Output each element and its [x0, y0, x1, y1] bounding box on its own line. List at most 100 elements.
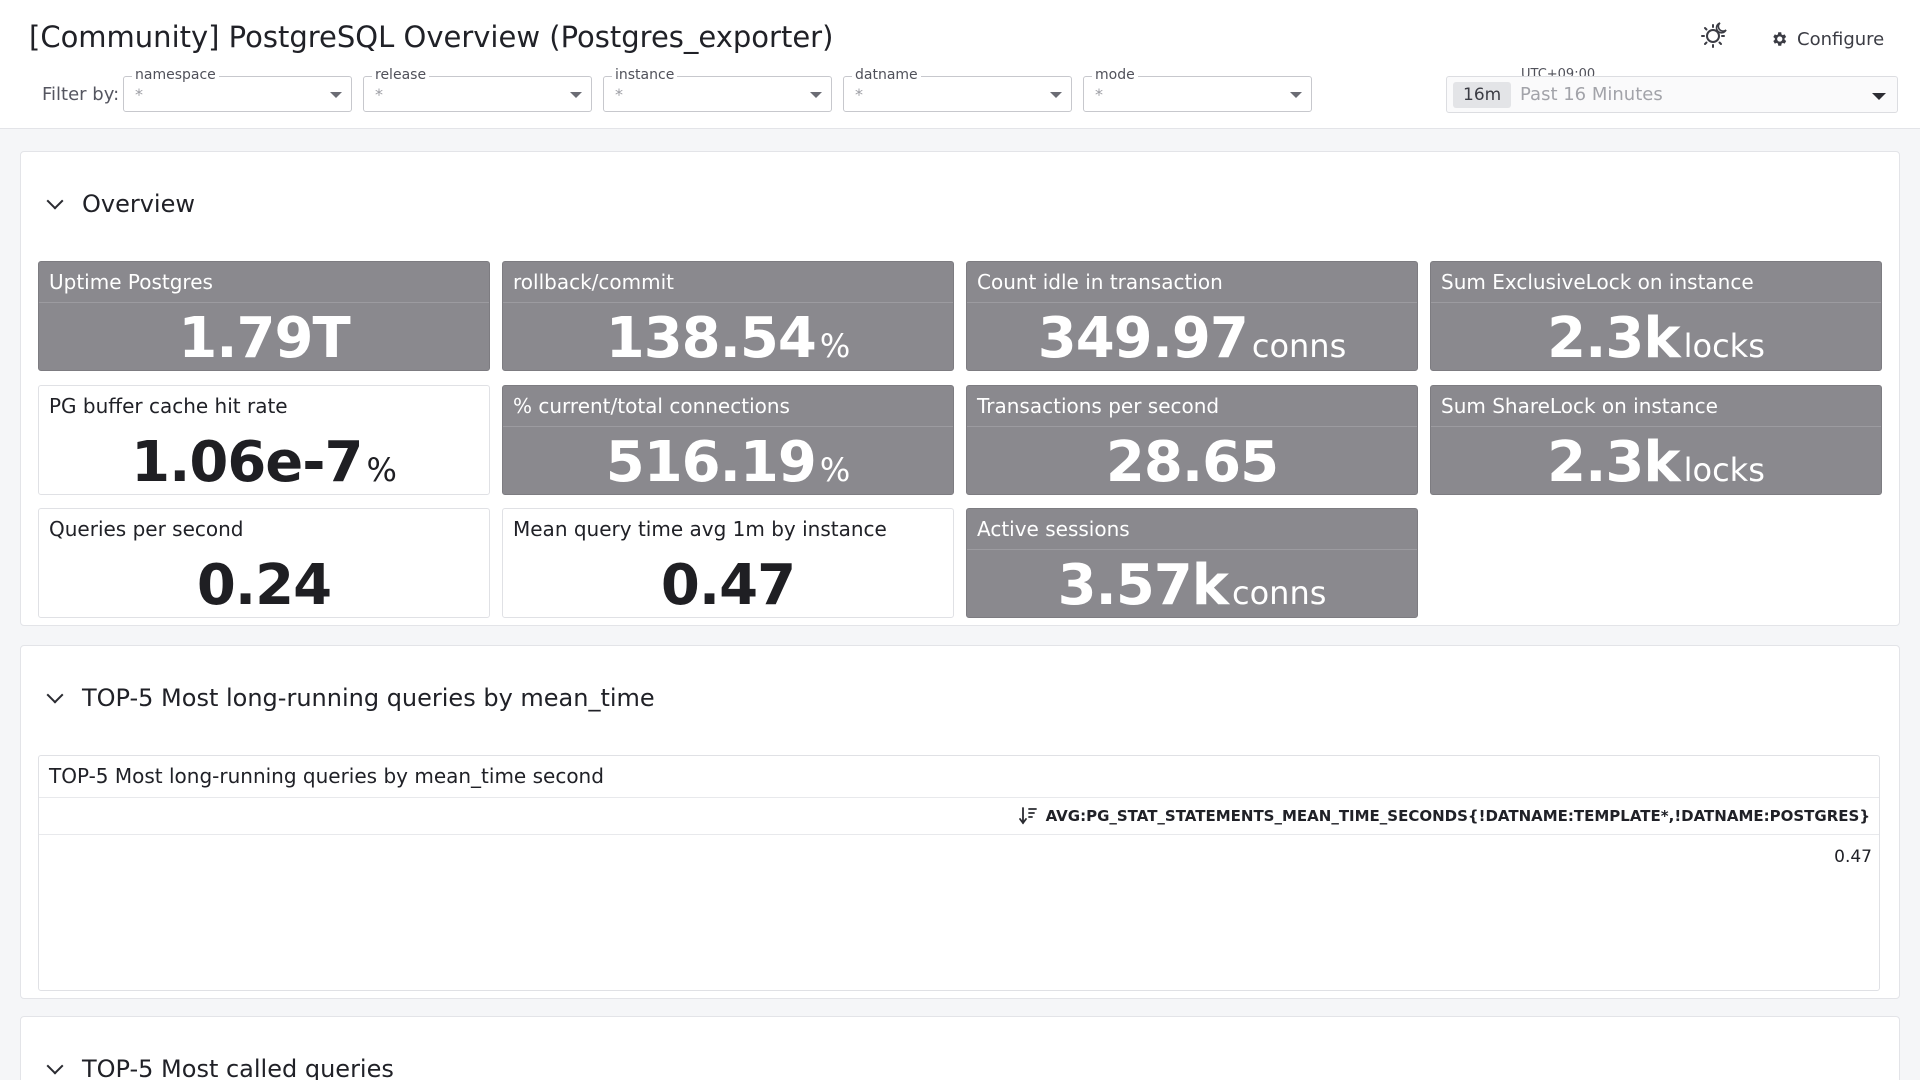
chevron-down-icon [330, 92, 342, 98]
metric-value: 1.79T [178, 306, 350, 371]
chevron-down-icon [1050, 92, 1062, 98]
filter-release-label: release [372, 66, 430, 84]
filter-release-value: * [375, 85, 383, 104]
metric-tile[interactable]: Sum ExclusiveLock on instance 2.3k locks [1430, 261, 1882, 371]
metric-tile[interactable]: Sum ShareLock on instance 2.3k locks [1430, 385, 1882, 495]
metric-tile-value-row: 2.3k locks [1431, 430, 1881, 495]
chevron-down-icon [46, 686, 64, 703]
metric-tile-title: Sum ExclusiveLock on instance [1431, 262, 1881, 303]
metric-value: 2.3k [1547, 306, 1680, 371]
metric-value: 0.47 [660, 553, 796, 618]
chevron-down-icon [810, 92, 822, 98]
filter-release[interactable]: release * [363, 66, 592, 112]
metric-value: 28.65 [1105, 430, 1279, 495]
metric-value: 349.97 [1037, 306, 1249, 371]
column-header-label: AVG:PG_STAT_STATEMENTS_MEAN_TIME_SECONDS… [1045, 807, 1870, 825]
configure-label: Configure [1797, 28, 1885, 50]
filter-instance-value: * [615, 85, 623, 104]
metric-tile-value-row: 0.47 [503, 553, 953, 618]
metric-tile[interactable]: Uptime Postgres 1.79T [38, 261, 490, 371]
metric-tile[interactable]: PG buffer cache hit rate 1.06e-7% [38, 385, 490, 495]
filter-by-label: Filter by: [42, 84, 120, 105]
chevron-down-icon [46, 192, 64, 209]
metric-tile-value-row: 28.65 [967, 430, 1417, 495]
top-called-group-title: TOP-5 Most called queries [82, 1055, 394, 1080]
metric-unit: % [819, 327, 851, 365]
top-called-group: TOP-5 Most called queries [20, 1016, 1900, 1080]
metric-unit: locks [1683, 451, 1765, 489]
sort-descending-icon [1018, 807, 1037, 825]
metric-value: 0.24 [196, 553, 332, 618]
metric-tile[interactable]: Transactions per second 28.65 [966, 385, 1418, 495]
table-header: AVG:PG_STAT_STATEMENTS_MEAN_TIME_SECONDS… [39, 797, 1879, 835]
metric-tile-title: Sum ShareLock on instance [1431, 386, 1881, 427]
metric-tile-value-row: 2.3k locks [1431, 306, 1881, 371]
metric-tile-value-row: 0.24 [39, 553, 489, 618]
configure-button[interactable]: Configure [1770, 22, 1884, 56]
top-mean-time-group-title: TOP-5 Most long-running queries by mean_… [82, 684, 655, 712]
metric-tile-value-row: 1.06e-7% [39, 430, 489, 495]
metric-tile-title: rollback/commit [503, 262, 953, 303]
dashboard-header: [Community] PostgreSQL Overview (Postgre… [0, 0, 1920, 129]
metric-tile-title: Mean query time avg 1m by instance [513, 517, 887, 541]
metric-unit: conns [1232, 574, 1327, 612]
metric-tile-value-row: 138.54% [503, 306, 953, 371]
theme-toggle-icon [1701, 22, 1727, 48]
overview-group: Overview Uptime Postgres 1.79T rollback/co… [20, 151, 1900, 626]
metric-unit: conns [1251, 327, 1347, 365]
top-called-group-toggle[interactable]: TOP-5 Most called queries [46, 1049, 394, 1080]
metric-tile-value-row: 516.19% [503, 430, 953, 495]
filter-mode-label: mode [1092, 66, 1138, 84]
top-mean-time-group-toggle[interactable]: TOP-5 Most long-running queries by mean_… [46, 678, 655, 718]
metric-tile[interactable]: Active sessions 3.57k conns [966, 508, 1418, 618]
panel-title: TOP-5 Most long-running queries by mean_… [49, 764, 604, 788]
time-range-badge: 16m [1453, 82, 1512, 108]
metric-tile[interactable]: Mean query time avg 1m by instance 0.47 [502, 508, 954, 618]
metric-tile-title: Queries per second [49, 517, 244, 541]
chevron-down-icon [46, 1057, 64, 1074]
metric-tile[interactable]: Count idle in transaction 349.97 conns [966, 261, 1418, 371]
filter-instance-label: instance [612, 66, 678, 84]
filter-namespace[interactable]: namespace * [123, 66, 352, 112]
overview-group-toggle[interactable]: Overview [46, 184, 195, 224]
chevron-down-icon [1872, 93, 1886, 100]
metric-tile[interactable]: Queries per second 0.24 [38, 508, 490, 618]
filter-mode-value: * [1095, 85, 1103, 104]
metric-tile[interactable]: rollback/commit 138.54% [502, 261, 954, 371]
top-mean-time-table-panel: TOP-5 Most long-running queries by mean_… [38, 755, 1880, 991]
column-sort-button[interactable]: AVG:PG_STAT_STATEMENTS_MEAN_TIME_SECONDS… [1018, 806, 1870, 826]
filter-instance[interactable]: instance * [603, 66, 832, 112]
chevron-down-icon [1290, 92, 1302, 98]
metric-tile-title: Uptime Postgres [39, 262, 489, 303]
metric-tile-title: % current/total connections [503, 386, 953, 427]
filter-namespace-value: * [135, 85, 143, 104]
metric-tile-value-row: 3.57k conns [967, 553, 1417, 618]
metric-value: 2.3k [1547, 430, 1680, 495]
metric-value: 3.57k [1057, 553, 1229, 618]
filter-datname-value: * [855, 85, 863, 104]
dashboard-title: [Community] PostgreSQL Overview (Postgre… [29, 20, 834, 54]
metric-tile-title: PG buffer cache hit rate [49, 394, 288, 418]
metric-value: 138.54 [605, 306, 817, 371]
time-range-picker[interactable]: 16m Past 16 Minutes [1446, 76, 1898, 113]
time-range-text: Past 16 Minutes [1520, 84, 1663, 105]
filter-datname-label: datname [852, 66, 921, 84]
gear-icon [1773, 32, 1787, 46]
metric-unit: % [366, 451, 397, 489]
chevron-down-icon [570, 92, 582, 98]
filter-datname[interactable]: datname * [843, 66, 1072, 112]
metric-tile-value-row: 1.79T [39, 306, 489, 371]
metric-unit: locks [1683, 327, 1765, 365]
metric-tile-title: Count idle in transaction [967, 262, 1417, 303]
filter-mode[interactable]: mode * [1083, 66, 1312, 112]
metric-tile-value-row: 349.97 conns [967, 306, 1417, 371]
theme-toggle-button[interactable] [1697, 18, 1731, 52]
metric-value: 516.19 [605, 430, 817, 495]
metric-value: 1.06e-7 [131, 430, 363, 495]
filter-namespace-label: namespace [132, 66, 219, 84]
metric-unit: % [819, 451, 851, 489]
table-cell-value: 0.47 [1834, 847, 1872, 867]
metric-tile-title: Active sessions [967, 509, 1417, 550]
overview-group-title: Overview [82, 190, 195, 218]
metric-tile[interactable]: % current/total connections 516.19% [502, 385, 954, 495]
